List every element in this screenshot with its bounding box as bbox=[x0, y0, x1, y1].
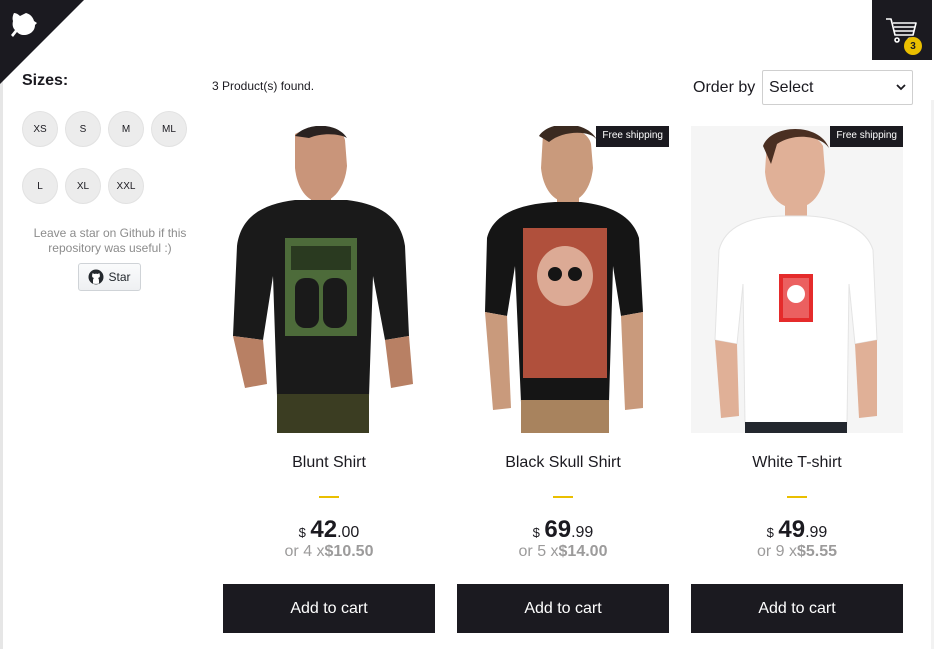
product-title: Blunt Shirt bbox=[292, 454, 366, 471]
cart-button[interactable] bbox=[872, 0, 932, 60]
free-shipping-badge: Free shipping bbox=[830, 126, 903, 147]
product-image bbox=[223, 126, 435, 433]
price-integer: 49 bbox=[778, 516, 806, 543]
price-currency: $ bbox=[532, 525, 540, 540]
add-to-cart-button[interactable]: Add to cart bbox=[457, 584, 669, 633]
product-divider bbox=[319, 496, 339, 498]
product-price: $ 42.00 bbox=[223, 516, 435, 544]
installment-value: $5.55 bbox=[796, 543, 838, 560]
product-installment: or 4 x$10.50 bbox=[223, 543, 435, 561]
price-currency: $ bbox=[766, 525, 774, 540]
size-filter-xs[interactable]: XS bbox=[22, 111, 58, 147]
product-installment: or 5 x$14.00 bbox=[457, 543, 669, 561]
github-icon bbox=[88, 269, 104, 285]
product-title: Black Skull Shirt bbox=[505, 454, 621, 471]
window-border-left bbox=[0, 0, 3, 649]
product-image bbox=[457, 126, 669, 433]
installment-prefix: or 9 x bbox=[756, 543, 797, 560]
installment-prefix: or 5 x bbox=[518, 543, 559, 560]
size-filter-s[interactable]: S bbox=[65, 111, 101, 147]
cart-count-badge: 3 bbox=[904, 37, 922, 55]
product-price: $ 69.99 bbox=[457, 516, 669, 544]
price-integer: 42 bbox=[310, 516, 338, 543]
price-decimal: .00 bbox=[337, 524, 360, 541]
size-filter-ml[interactable]: ML bbox=[151, 111, 187, 147]
order-by-label: Order by bbox=[693, 79, 756, 96]
github-star-label: Star bbox=[108, 270, 131, 284]
github-star-note: Leave a star on Github if this repositor… bbox=[33, 226, 187, 255]
size-filter-xl[interactable]: XL bbox=[65, 168, 101, 204]
add-to-cart-button[interactable]: Add to cart bbox=[223, 584, 435, 633]
size-filter-xxl[interactable]: XXL bbox=[108, 168, 144, 204]
price-decimal: .99 bbox=[805, 524, 828, 541]
size-filter-l[interactable]: L bbox=[22, 168, 58, 204]
product-divider bbox=[553, 496, 573, 498]
product-card[interactable]: Free shipping White T-shirt $ 49.99 or 9… bbox=[691, 126, 903, 634]
order-by-select[interactable]: Select bbox=[762, 70, 913, 105]
product-card[interactable]: Free shipping Black Skull Shirt $ 69.99 … bbox=[457, 126, 669, 634]
chevron-down-icon bbox=[896, 84, 906, 91]
product-price: $ 49.99 bbox=[691, 516, 903, 544]
shopping-cart-icon bbox=[886, 18, 917, 43]
size-filter-m[interactable]: M bbox=[108, 111, 144, 147]
product-installment: or 9 x$5.55 bbox=[691, 543, 903, 561]
sizes-title: Sizes: bbox=[22, 72, 69, 89]
free-shipping-badge: Free shipping bbox=[596, 126, 669, 147]
product-image bbox=[691, 126, 903, 433]
products-found-count: 3 Product(s) found. bbox=[212, 79, 315, 93]
price-integer: 69 bbox=[544, 516, 572, 543]
add-to-cart-button[interactable]: Add to cart bbox=[691, 584, 903, 633]
github-star-button[interactable]: Star bbox=[78, 263, 141, 291]
price-currency: $ bbox=[298, 525, 306, 540]
order-by-selected-value: Select bbox=[769, 78, 814, 96]
product-card[interactable]: Blunt Shirt $ 42.00 or 4 x$10.50 Add to … bbox=[223, 126, 435, 634]
product-title: White T-shirt bbox=[752, 454, 842, 471]
installment-prefix: or 4 x bbox=[284, 543, 325, 560]
price-decimal: .99 bbox=[571, 524, 594, 541]
installment-value: $10.50 bbox=[324, 543, 374, 560]
installment-value: $14.00 bbox=[558, 543, 608, 560]
product-divider bbox=[787, 496, 807, 498]
